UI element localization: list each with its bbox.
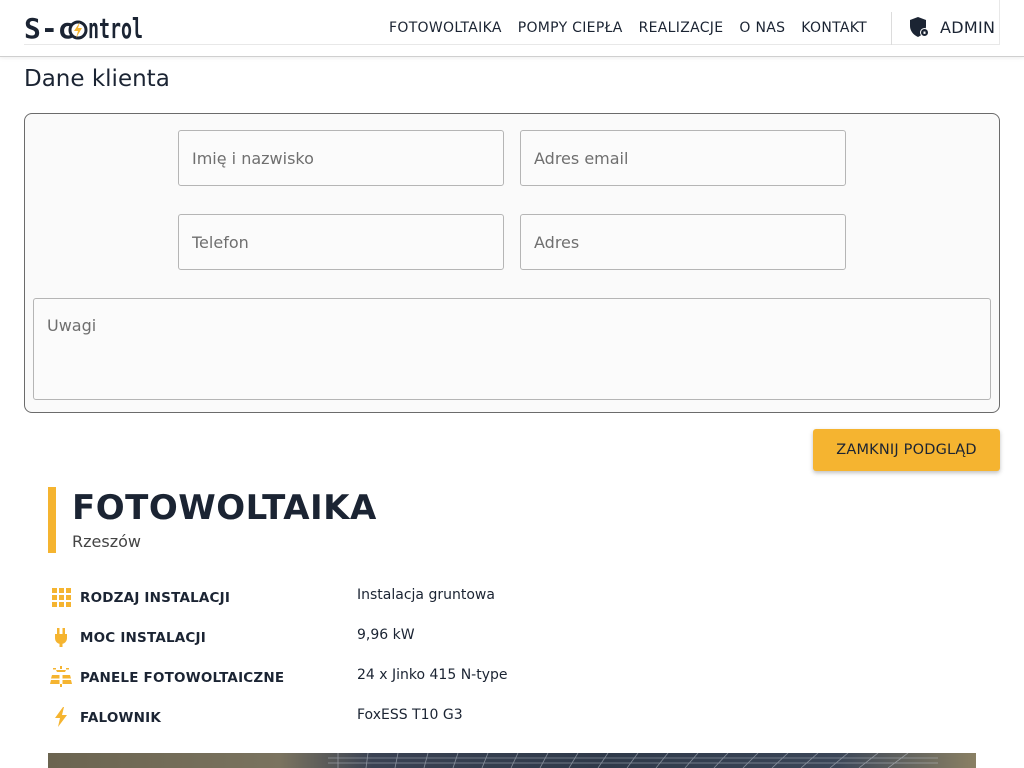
- spec-row-power: MOC INSTALACJI 9,96 kW: [48, 624, 948, 650]
- spec-label: RODZAJ INSTALACJI: [80, 590, 231, 606]
- phone-input[interactable]: [192, 232, 490, 252]
- logo-text-b: ntrol: [88, 12, 143, 45]
- nav-divider: [891, 12, 892, 45]
- email-field-wrapper: [520, 130, 846, 186]
- close-preview-button[interactable]: ZAMKNIJ PODGLĄD: [813, 429, 1000, 471]
- name-input[interactable]: [192, 148, 490, 168]
- address-input[interactable]: [534, 232, 832, 252]
- admin-label: ADMIN: [940, 17, 996, 37]
- section-title: Dane klienta: [24, 66, 170, 92]
- nav-realizacje[interactable]: REALIZACJE: [639, 18, 724, 38]
- product-location: Rzeszów: [72, 532, 141, 551]
- photo-panels: [328, 753, 938, 768]
- email-input[interactable]: [534, 148, 832, 168]
- title-accent-bar: [48, 487, 56, 553]
- nav-pompy-ciepla[interactable]: POMPY CIEPŁA: [518, 18, 623, 38]
- spec-label: MOC INSTALACJI: [80, 630, 206, 646]
- spec-row-inverter: FALOWNIK FoxESS T10 G3: [48, 704, 948, 730]
- shield-lock-icon: [910, 17, 929, 37]
- product-title: FOTOWOLTAIKA: [72, 488, 377, 528]
- plug-icon: [55, 628, 67, 647]
- address-field-wrapper: [520, 214, 846, 270]
- site-header: S-c ntrol FOTOWOLTAIKA POMPY CIEPŁA REAL…: [0, 0, 1024, 57]
- spec-value: 9,96 kW: [357, 627, 415, 643]
- admin-button[interactable]: ADMIN: [909, 16, 995, 38]
- notes-textarea[interactable]: [47, 316, 977, 386]
- spec-row-installation-type: RODZAJ INSTALACJI Instalacja gruntowa: [48, 584, 948, 610]
- nav-o-nas[interactable]: O NAS: [739, 18, 785, 38]
- name-field-wrapper: [178, 130, 504, 186]
- spec-value: 24 x Jinko 415 N-type: [357, 667, 508, 683]
- installation-photo: [48, 753, 976, 768]
- bolt-icon: [55, 707, 67, 727]
- spec-label: PANELE FOTOWOLTAICZNE: [80, 670, 285, 686]
- spec-value: FoxESS T10 G3: [357, 707, 463, 723]
- main-nav: FOTOWOLTAIKA POMPY CIEPŁA REALIZACJE O N…: [389, 18, 867, 38]
- s-control-logo[interactable]: S-c ntrol: [24, 10, 144, 46]
- solar-panel-icon: [50, 666, 72, 687]
- notes-field-wrapper: [33, 298, 991, 400]
- spec-label: FALOWNIK: [80, 710, 161, 726]
- logo-text-a: S-c: [24, 12, 75, 45]
- nav-kontakt[interactable]: KONTAKT: [801, 18, 867, 38]
- nav-fotowoltaika[interactable]: FOTOWOLTAIKA: [389, 18, 502, 38]
- spec-value: Instalacja gruntowa: [357, 587, 495, 603]
- spec-row-panels: PANELE FOTOWOLTAICZNE 24 x Jinko 415 N-t…: [48, 664, 948, 690]
- phone-field-wrapper: [178, 214, 504, 270]
- client-form-card: [24, 113, 1000, 413]
- grid-icon: [52, 588, 71, 607]
